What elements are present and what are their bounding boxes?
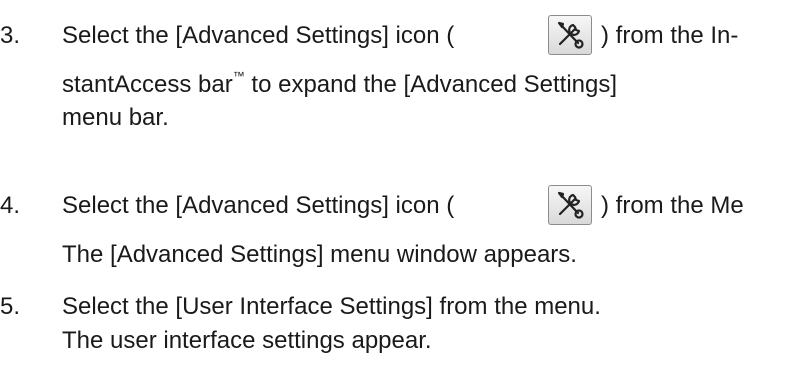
step-text-part: to expand the [Advanced Settings] — [244, 71, 618, 98]
trademark: ™ — [232, 69, 245, 83]
step-text: Select the [User Interface Settings] fro… — [62, 293, 601, 320]
step-text: ) from the In- — [601, 22, 739, 49]
wrench-screwdriver-icon — [557, 191, 584, 219]
step-text-part: stantAccess bar — [62, 71, 233, 98]
step-text: The [Advanced Settings] menu window appe… — [62, 241, 577, 268]
step-text: Select the [Advanced Settings] icon ( — [62, 192, 455, 219]
step-text: ) from the Me — [601, 192, 744, 219]
step-text: stantAccess bar™ to expand the [Advanced… — [62, 70, 617, 100]
advanced-settings-icon — [548, 15, 592, 55]
wrench-screwdriver-icon — [557, 21, 584, 49]
step-number: 3. — [0, 22, 21, 49]
advanced-settings-icon — [548, 185, 592, 225]
step-text: The user interface settings appear. — [62, 327, 432, 354]
step-number: 4. — [0, 192, 21, 219]
step-text: menu bar. — [62, 104, 169, 131]
step-text: Select the [Advanced Settings] icon ( — [62, 22, 455, 49]
step-number: 5. — [0, 293, 21, 320]
